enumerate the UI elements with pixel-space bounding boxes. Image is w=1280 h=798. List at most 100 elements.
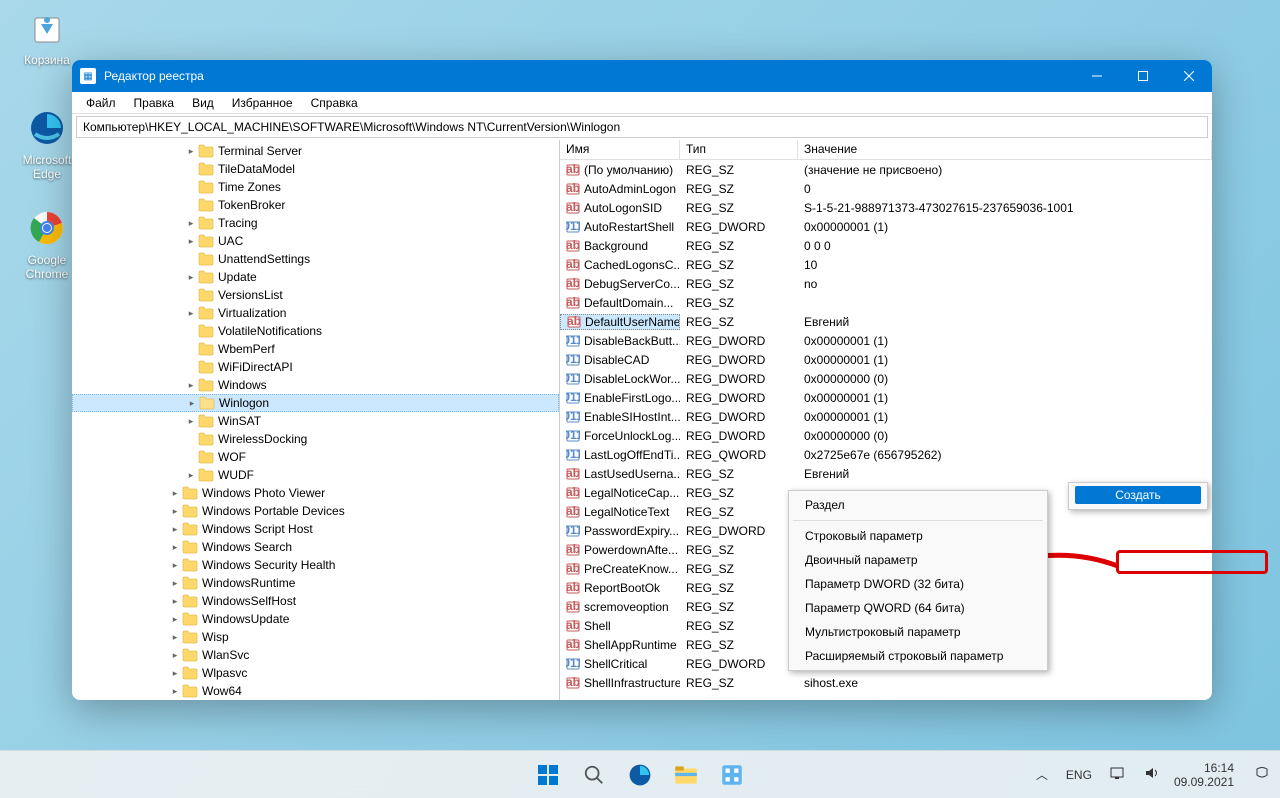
list-row[interactable]: ab(По умолчанию)REG_SZ(значение не присв…	[560, 160, 1212, 179]
context-item-create[interactable]: Создать	[1075, 486, 1201, 504]
tree-item[interactable]: WiFiDirectAPI	[72, 358, 559, 376]
list-row[interactable]: abDefaultUserNameREG_SZЕвгений	[560, 312, 1212, 331]
menu-вид[interactable]: Вид	[184, 94, 222, 112]
chevron-icon[interactable]: ▸	[184, 146, 198, 157]
list-row[interactable]: abDebugServerCo...REG_SZno	[560, 274, 1212, 293]
context-item[interactable]: Строковый параметр	[789, 524, 1047, 548]
chevron-icon[interactable]: ▸	[184, 380, 198, 391]
tree-item[interactable]: ▸WindowsSelfHost	[72, 592, 559, 610]
taskbar-edge[interactable]	[620, 755, 660, 795]
context-item[interactable]: Раздел	[789, 493, 1047, 517]
menu-избранное[interactable]: Избранное	[224, 94, 301, 112]
tree-item[interactable]: ▸WindowsRuntime	[72, 574, 559, 592]
context-item[interactable]: Параметр DWORD (32 бита)	[789, 572, 1047, 596]
tree-item[interactable]: ▸UAC	[72, 232, 559, 250]
tray-language[interactable]: ENG	[1062, 764, 1096, 786]
chevron-icon[interactable]: ▸	[168, 650, 182, 661]
tree-item[interactable]: ▸Windows Script Host	[72, 520, 559, 538]
tree-item[interactable]: ▸WinSAT	[72, 412, 559, 430]
list-row[interactable]: abDefaultDomain...REG_SZ	[560, 293, 1212, 312]
tree-item[interactable]: ▸Windows Photo Viewer	[72, 484, 559, 502]
tray-network-icon[interactable]	[1106, 762, 1130, 787]
tree-item[interactable]: WOF	[72, 448, 559, 466]
tree-item[interactable]: VolatileNotifications	[72, 322, 559, 340]
minimize-button[interactable]	[1074, 60, 1120, 92]
search-button[interactable]	[574, 755, 614, 795]
chevron-icon[interactable]: ▸	[184, 236, 198, 247]
tree-item[interactable]: ▸Wisp	[72, 628, 559, 646]
header-value[interactable]: Значение	[798, 140, 1212, 159]
tree-item[interactable]: UnattendSettings	[72, 250, 559, 268]
tree-item[interactable]: ▸WlanSvc	[72, 646, 559, 664]
tree-panel[interactable]: ▸Terminal ServerTileDataModelTime ZonesT…	[72, 140, 560, 700]
start-button[interactable]	[528, 755, 568, 795]
menu-правка[interactable]: Правка	[126, 94, 183, 112]
tree-item[interactable]: ▸Windows Portable Devices	[72, 502, 559, 520]
tree-item[interactable]: ▸Tracing	[72, 214, 559, 232]
list-row[interactable]: abAutoAdminLogonREG_SZ0	[560, 179, 1212, 198]
header-name[interactable]: Имя	[560, 140, 680, 159]
close-button[interactable]	[1166, 60, 1212, 92]
header-type[interactable]: Тип	[680, 140, 798, 159]
list-row[interactable]: 011DisableBackButt...REG_DWORD0x00000001…	[560, 331, 1212, 350]
list-row[interactable]: 011EnableSIHostInt...REG_DWORD0x00000001…	[560, 407, 1212, 426]
tree-item[interactable]: ▸Update	[72, 268, 559, 286]
chevron-icon[interactable]: ▸	[168, 668, 182, 679]
taskbar-regedit[interactable]	[712, 755, 752, 795]
tree-item[interactable]: WbemPerf	[72, 340, 559, 358]
chevron-icon[interactable]: ▸	[168, 524, 182, 535]
list-row[interactable]: 011EnableFirstLogo...REG_DWORD0x00000001…	[560, 388, 1212, 407]
list-row[interactable]: abCachedLogonsC...REG_SZ10	[560, 255, 1212, 274]
desktop-icon-chrome[interactable]: Google Chrome	[16, 208, 78, 281]
list-row[interactable]: 011DisableLockWor...REG_DWORD0x00000000 …	[560, 369, 1212, 388]
chevron-icon[interactable]: ▸	[184, 416, 198, 427]
tree-item[interactable]: ▸Virtualization	[72, 304, 559, 322]
taskbar-explorer[interactable]	[666, 755, 706, 795]
chevron-icon[interactable]: ▸	[168, 506, 182, 517]
tree-item[interactable]: ▸WUDF	[72, 466, 559, 484]
list-row[interactable]: abShellInfrastructureREG_SZsihost.exe	[560, 673, 1212, 692]
maximize-button[interactable]	[1120, 60, 1166, 92]
context-item[interactable]: Мультистроковый параметр	[789, 620, 1047, 644]
chevron-icon[interactable]: ▸	[168, 614, 182, 625]
tray-chevron-icon[interactable]: ︿	[1032, 762, 1052, 787]
tree-item[interactable]: ▸Winlogon	[72, 394, 559, 412]
tree-item[interactable]: TokenBroker	[72, 196, 559, 214]
chevron-icon[interactable]: ▸	[168, 488, 182, 499]
list-row[interactable]: 011ForceUnlockLog...REG_DWORD0x00000000 …	[560, 426, 1212, 445]
tree-item[interactable]: ▸Wlpasvc	[72, 664, 559, 682]
chevron-icon[interactable]: ▸	[168, 632, 182, 643]
desktop-icon-edge[interactable]: Microsoft Edge	[16, 108, 78, 181]
chevron-icon[interactable]: ▸	[184, 470, 198, 481]
chevron-icon[interactable]: ▸	[168, 560, 182, 571]
tray-volume-icon[interactable]	[1140, 762, 1164, 787]
tree-item[interactable]: ▸WindowsUpdate	[72, 610, 559, 628]
list-row[interactable]: abBackgroundREG_SZ0 0 0	[560, 236, 1212, 255]
tree-item[interactable]: WirelessDocking	[72, 430, 559, 448]
chevron-icon[interactable]: ▸	[168, 542, 182, 553]
chevron-icon[interactable]: ▸	[168, 578, 182, 589]
list-row[interactable]: abLastUsedUserna...REG_SZЕвгений	[560, 464, 1212, 483]
desktop-icon-recycle-bin[interactable]: Корзина	[16, 8, 78, 67]
tree-item[interactable]: ▸Terminal Server	[72, 142, 559, 160]
tree-item[interactable]: ▸Wow64	[72, 682, 559, 700]
context-item[interactable]: Расширяемый строковый параметр	[789, 644, 1047, 668]
chevron-icon[interactable]: ▸	[184, 218, 198, 229]
tree-item[interactable]: TileDataModel	[72, 160, 559, 178]
list-row[interactable]: 011AutoRestartShellREG_DWORD0x00000001 (…	[560, 217, 1212, 236]
titlebar[interactable]: ▦ Редактор реестра	[72, 60, 1212, 92]
tree-item[interactable]: ▸Windows	[72, 376, 559, 394]
chevron-icon[interactable]: ▸	[184, 308, 198, 319]
tree-item[interactable]: ▸Windows Security Health	[72, 556, 559, 574]
tree-item[interactable]: Time Zones	[72, 178, 559, 196]
list-row[interactable]: 011LastLogOffEndTi...REG_QWORD0x2725e67e…	[560, 445, 1212, 464]
list-row[interactable]: abAutoLogonSIDREG_SZS-1-5-21-988971373-4…	[560, 198, 1212, 217]
list-row[interactable]: 011DisableCADREG_DWORD0x00000001 (1)	[560, 350, 1212, 369]
chevron-icon[interactable]: ▸	[185, 398, 199, 409]
context-item[interactable]: Параметр QWORD (64 бита)	[789, 596, 1047, 620]
chevron-icon[interactable]: ▸	[168, 596, 182, 607]
menu-файл[interactable]: Файл	[78, 94, 124, 112]
menu-справка[interactable]: Справка	[303, 94, 366, 112]
context-item[interactable]: Двоичный параметр	[789, 548, 1047, 572]
tree-item[interactable]: VersionsList	[72, 286, 559, 304]
